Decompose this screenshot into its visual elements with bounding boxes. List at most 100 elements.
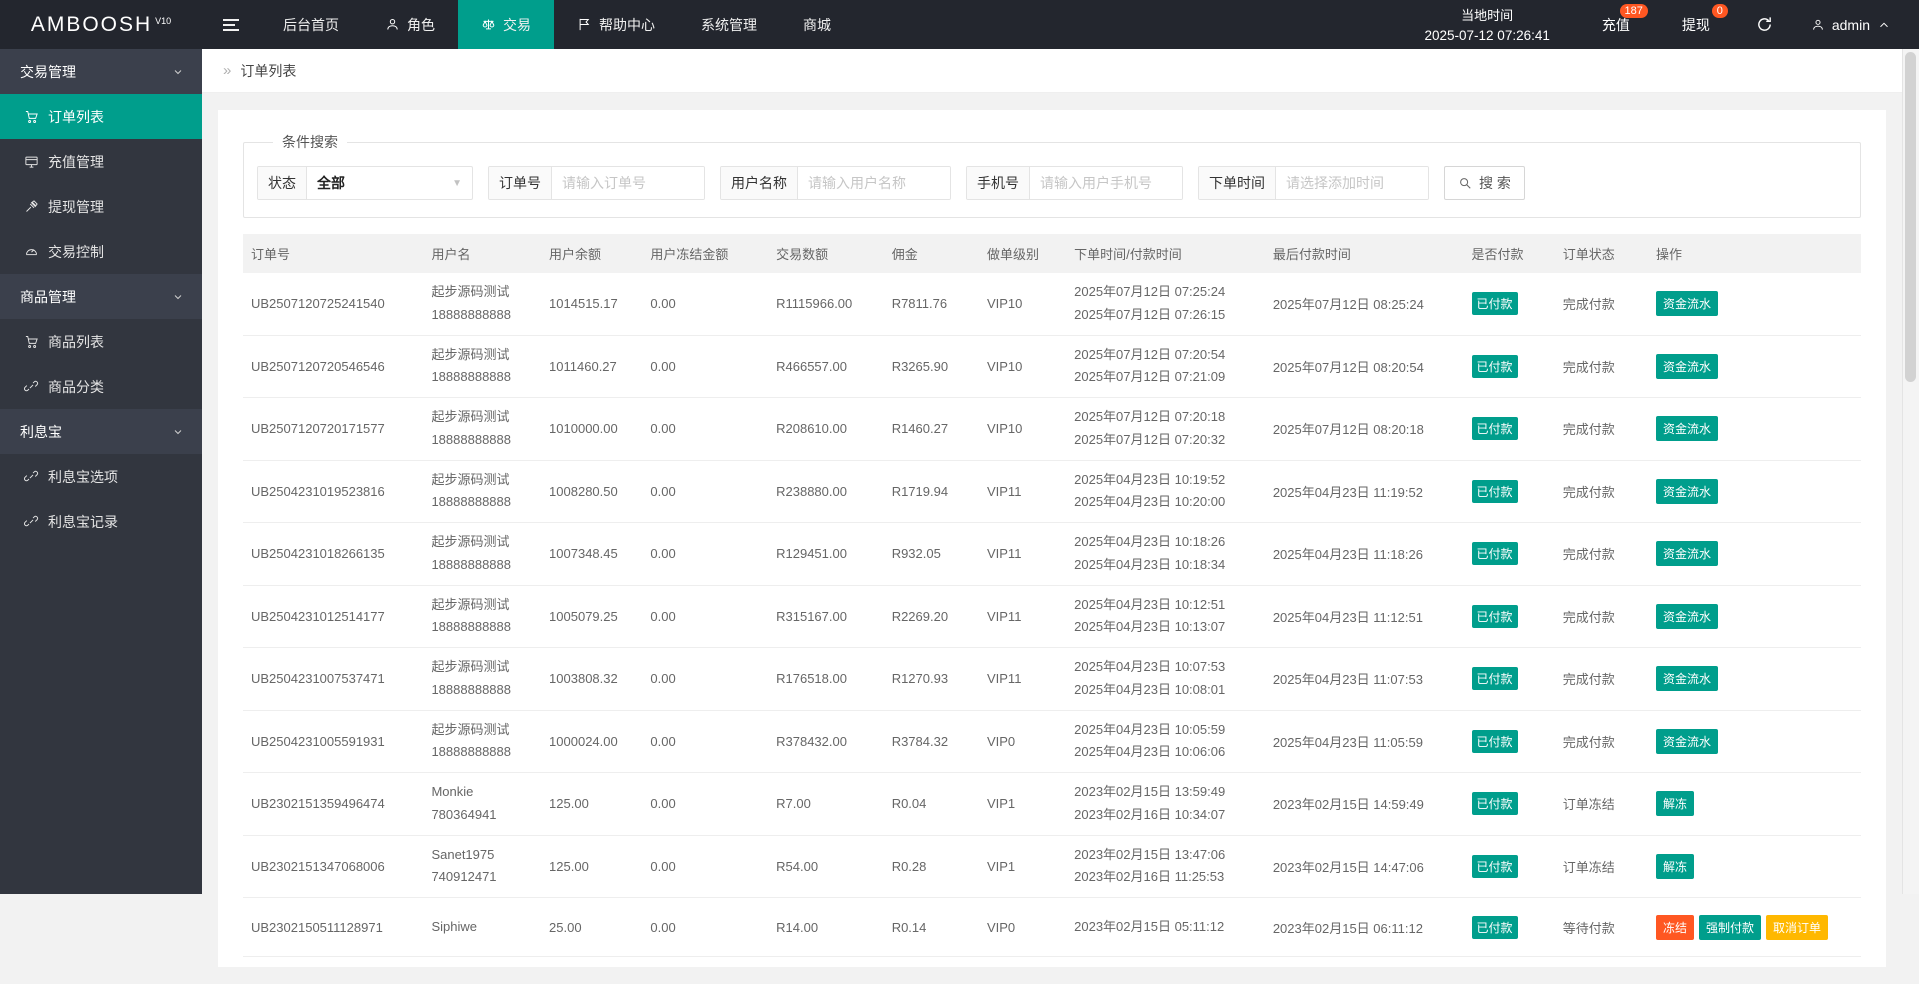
user-icon	[385, 17, 400, 32]
user-frozen-amount: 0.00	[642, 835, 768, 898]
action-资金流水-button[interactable]: 资金流水	[1656, 479, 1718, 504]
breadcrumb: » 订单列表	[202, 49, 1902, 93]
action-解冻-button[interactable]: 解冻	[1656, 791, 1694, 816]
field-input[interactable]	[552, 167, 704, 199]
search-field-2: 手机号	[966, 166, 1183, 200]
action-资金流水-button[interactable]: 资金流水	[1656, 666, 1718, 691]
order-no: UB2504231019523816	[243, 460, 423, 523]
trade-amount: R7.00	[768, 773, 884, 836]
scrollbar-thumb[interactable]	[1905, 52, 1916, 382]
nav-tab-3[interactable]: 帮助中心	[554, 0, 678, 49]
sidebar-item-2[interactable]: 充值管理	[0, 139, 202, 184]
gauge-icon	[24, 244, 39, 259]
user-frozen-amount: 0.00	[642, 398, 768, 461]
column-header: 交易数额	[768, 234, 884, 273]
sidebar-item-9[interactable]: 利息宝选项	[0, 454, 202, 499]
order-list-panel: 条件搜索 状态 全部 ▼ 订单号用户名称手机号下单时间 搜 索	[218, 110, 1886, 967]
refresh-button[interactable]	[1736, 0, 1793, 49]
action-资金流水-button[interactable]: 资金流水	[1656, 354, 1718, 379]
paid-badge: 已付款	[1472, 792, 1518, 815]
field-input[interactable]	[1276, 167, 1428, 199]
local-time-value: 2025-07-12 07:26:41	[1425, 26, 1550, 47]
action-资金流水-button[interactable]: 资金流水	[1656, 604, 1718, 629]
user-balance: 1014515.17	[541, 273, 642, 335]
action-取消订单-button[interactable]: 取消订单	[1766, 915, 1828, 940]
row-actions: 解冻	[1648, 835, 1861, 898]
sidebar-item-1[interactable]: 订单列表	[0, 94, 202, 139]
flag-icon	[577, 17, 592, 32]
vip-level: VIP10	[979, 335, 1066, 398]
action-解冻-button[interactable]: 解冻	[1656, 854, 1694, 879]
action-资金流水-button[interactable]: 资金流水	[1656, 541, 1718, 566]
user-name: admin	[1832, 17, 1870, 33]
vip-level: VIP0	[979, 898, 1066, 957]
nav-tab-0[interactable]: 后台首页	[260, 0, 362, 49]
order-status: 完成付款	[1555, 335, 1648, 398]
user-icon	[1811, 18, 1825, 32]
commission: R932.05	[884, 523, 979, 586]
column-header: 用户名	[423, 234, 541, 273]
sidebar-item-3[interactable]: 提现管理	[0, 184, 202, 229]
trade-amount: R1115966.00	[768, 273, 884, 335]
user-menu[interactable]: admin	[1793, 0, 1919, 49]
field-label: 下单时间	[1199, 167, 1276, 199]
order-no: UB2504231012514177	[243, 585, 423, 648]
scales-icon	[481, 17, 496, 32]
sidebar-item-4[interactable]: 交易控制	[0, 229, 202, 274]
nav-tab-5[interactable]: 商城	[780, 0, 854, 49]
field-input[interactable]	[1030, 167, 1182, 199]
nav-tab-2[interactable]: 交易	[458, 0, 554, 49]
row-actions: 冻结强制付款取消订单	[1648, 898, 1861, 957]
field-input[interactable]	[798, 167, 950, 199]
order-pay-time: 2023年02月15日 05:11:12	[1066, 898, 1265, 957]
sidebar-item-7[interactable]: 商品分类	[0, 364, 202, 409]
order-row: UB2504231019523816起步源码测试1888888888810082…	[243, 460, 1861, 523]
sidebar-item-6[interactable]: 商品列表	[0, 319, 202, 364]
card-icon	[24, 154, 39, 169]
vertical-scrollbar[interactable]	[1902, 49, 1919, 894]
action-资金流水-button[interactable]: 资金流水	[1656, 729, 1718, 754]
order-status: 订单冻结	[1555, 835, 1648, 898]
action-强制付款-button[interactable]: 强制付款	[1699, 915, 1761, 940]
sidebar-group-8[interactable]: 利息宝	[0, 409, 202, 454]
vip-level: VIP10	[979, 398, 1066, 461]
refresh-icon	[1756, 16, 1773, 33]
user-name-cell: Monkie780364941	[423, 773, 541, 836]
action-资金流水-button[interactable]: 资金流水	[1656, 291, 1718, 316]
action-资金流水-button[interactable]: 资金流水	[1656, 416, 1718, 441]
withdraw-button[interactable]: 提现 0	[1656, 0, 1736, 49]
paid-status: 已付款	[1464, 648, 1555, 711]
trade-amount: R315167.00	[768, 585, 884, 648]
row-actions: 资金流水	[1648, 648, 1861, 711]
row-actions: 资金流水	[1648, 585, 1861, 648]
brand-name: AMBOOSH	[31, 13, 152, 37]
sidebar-group-5[interactable]: 商品管理	[0, 274, 202, 319]
action-冻结-button[interactable]: 冻结	[1656, 915, 1694, 940]
local-time-label: 当地时间	[1425, 6, 1550, 26]
paid-badge: 已付款	[1472, 730, 1518, 753]
status-select[interactable]: 全部 ▼	[307, 167, 472, 199]
column-header: 用户冻结金额	[642, 234, 768, 273]
nav-tab-1[interactable]: 角色	[362, 0, 458, 49]
nav-tab-4[interactable]: 系统管理	[678, 0, 780, 49]
commission: R3784.32	[884, 710, 979, 773]
recharge-button[interactable]: 充值 187	[1576, 0, 1656, 49]
sidebar-collapse-button[interactable]	[202, 0, 260, 49]
order-no: UB2507120720171577	[243, 398, 423, 461]
order-status: 完成付款	[1555, 273, 1648, 335]
row-actions: 资金流水	[1648, 398, 1861, 461]
order-row: UB2302151359496474Monkie780364941125.000…	[243, 773, 1861, 836]
sidebar-item-label: 利息宝记录	[48, 512, 118, 532]
search-button[interactable]: 搜 索	[1444, 166, 1525, 200]
sidebar-group-0[interactable]: 交易管理	[0, 49, 202, 94]
user-balance: 1011460.27	[541, 335, 642, 398]
paid-badge: 已付款	[1472, 855, 1518, 878]
search-form: 状态 全部 ▼ 订单号用户名称手机号下单时间 搜 索	[257, 166, 1847, 200]
paid-badge: 已付款	[1472, 605, 1518, 628]
sidebar-item-10[interactable]: 利息宝记录	[0, 499, 202, 544]
user-name-cell: 起步源码测试18888888888	[423, 273, 541, 335]
trade-amount: R176518.00	[768, 648, 884, 711]
order-row: UB2504231018266135起步源码测试1888888888810073…	[243, 523, 1861, 586]
vip-level: VIP1	[979, 835, 1066, 898]
order-row: UB2504231005591931起步源码测试1888888888810000…	[243, 710, 1861, 773]
